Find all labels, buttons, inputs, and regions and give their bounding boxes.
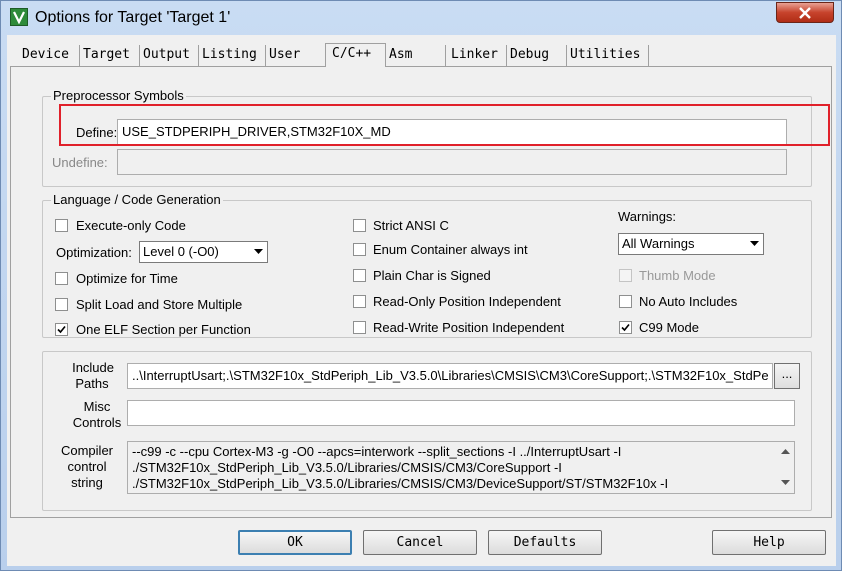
split-load-checkbox[interactable] — [55, 298, 68, 311]
tab-strip: Device Target Output Listing User C/C++ … — [7, 43, 836, 67]
include-paths-field[interactable]: ..\InterruptUsart;.\STM32F10x_StdPeriph_… — [127, 363, 773, 389]
defaults-button[interactable]: Defaults — [488, 530, 602, 555]
checkmark-icon — [57, 325, 66, 334]
no-auto-includes-label: No Auto Includes — [639, 294, 738, 309]
optimization-value: Level 0 (-O0) — [143, 244, 219, 259]
tab-asm[interactable]: Asm — [386, 45, 446, 66]
split-load-label: Split Load and Store Multiple — [76, 297, 243, 312]
c99-mode-label: C99 Mode — [639, 320, 699, 335]
tab-output[interactable]: Output — [140, 45, 199, 66]
language-group: Language / Code Generation Execute-only … — [42, 192, 812, 338]
paths-group: Include Paths ..\InterruptUsart;.\STM32F… — [42, 351, 812, 511]
strict-ansi-label: Strict ANSI C — [373, 218, 449, 233]
tab-c-cpp[interactable]: C/C++ — [325, 43, 386, 67]
chevron-down-icon[interactable] — [746, 234, 763, 254]
execute-only-checkbox[interactable] — [55, 219, 68, 232]
compiler-line: --c99 -c --cpu Cortex-M3 -g -O0 --apcs=i… — [132, 444, 622, 459]
no-auto-includes-checkbox[interactable] — [619, 295, 632, 308]
misc-label-line-2: Controls — [72, 415, 122, 430]
optimize-time-label: Optimize for Time — [76, 271, 178, 286]
compiler-line: ./STM32F10x_StdPeriph_Lib_V3.5.0/Librari… — [132, 460, 562, 475]
thumb-mode-label: Thumb Mode — [639, 268, 716, 283]
tab-linker[interactable]: Linker — [446, 45, 507, 66]
plain-char-label: Plain Char is Signed — [373, 268, 491, 283]
optimize-time-checkbox[interactable] — [55, 272, 68, 285]
include-paths-label: Include Paths — [70, 360, 114, 392]
close-icon — [799, 7, 811, 19]
undefine-field[interactable] — [117, 149, 787, 175]
tab-utilities[interactable]: Utilities — [567, 45, 649, 66]
define-label: Define: — [76, 125, 118, 140]
compiler-control-string-label: Compiler control string — [53, 443, 121, 491]
enum-container-checkbox[interactable] — [353, 243, 366, 256]
strict-ansi-checkbox[interactable] — [353, 219, 366, 232]
tab-user[interactable]: User — [266, 45, 326, 66]
window-title: Options for Target 'Target 1' — [35, 9, 231, 26]
thumb-mode-checkbox[interactable] — [619, 269, 632, 282]
misc-label-line-1: Misc — [83, 399, 111, 414]
compiler-label-line-2: control — [67, 459, 107, 474]
options-window: Options for Target 'Target 1' Device Tar… — [0, 0, 842, 571]
checkmark-icon — [621, 323, 630, 332]
keil-app-icon — [10, 8, 28, 26]
preprocessor-group: Preprocessor Symbols Define: USE_STDPERI… — [42, 88, 812, 187]
undefine-label: Undefine: — [52, 155, 108, 170]
misc-controls-field[interactable] — [127, 400, 795, 426]
compiler-label-line-3: string — [71, 475, 103, 490]
compiler-control-string-box[interactable]: --c99 -c --cpu Cortex-M3 -g -O0 --apcs=i… — [127, 441, 795, 494]
ro-pi-checkbox[interactable] — [353, 295, 366, 308]
c99-mode-checkbox[interactable] — [619, 321, 632, 334]
compiler-label-line-1: Compiler — [60, 443, 113, 458]
preprocessor-group-title: Preprocessor Symbols — [51, 88, 186, 103]
misc-controls-label: Misc Controls — [63, 399, 131, 431]
language-group-title: Language / Code Generation — [51, 192, 223, 207]
warnings-label: Warnings: — [618, 209, 677, 224]
warnings-value: All Warnings — [622, 236, 695, 251]
enum-container-label: Enum Container always int — [373, 242, 528, 257]
scroll-down-icon — [781, 480, 790, 485]
title-bar[interactable]: Options for Target 'Target 1' — [1, 1, 841, 35]
c-cpp-tab-page: Preprocessor Symbols Define: USE_STDPERI… — [10, 66, 832, 518]
include-label-line-1: Include — [72, 360, 114, 375]
plain-char-checkbox[interactable] — [353, 269, 366, 282]
warnings-select[interactable]: All Warnings — [618, 233, 764, 255]
define-field[interactable]: USE_STDPERIPH_DRIVER,STM32F10X_MD — [117, 119, 787, 145]
one-elf-label: One ELF Section per Function — [76, 322, 251, 337]
close-button[interactable] — [776, 2, 834, 23]
chevron-down-icon[interactable] — [250, 242, 267, 262]
rw-pi-label: Read-Write Position Independent — [373, 320, 565, 335]
dialog-client: Device Target Output Listing User C/C++ … — [7, 35, 836, 566]
ro-pi-label: Read-Only Position Independent — [373, 294, 561, 309]
optimization-label: Optimization: — [56, 245, 132, 260]
tab-listing[interactable]: Listing — [199, 45, 266, 66]
compiler-line: ./STM32F10x_StdPeriph_Lib_V3.5.0/Librari… — [132, 476, 669, 491]
tab-target[interactable]: Target — [80, 45, 140, 66]
tab-device[interactable]: Device — [19, 45, 80, 66]
execute-only-label: Execute-only Code — [76, 218, 186, 233]
rw-pi-checkbox[interactable] — [353, 321, 366, 334]
cancel-button[interactable]: Cancel — [363, 530, 477, 555]
include-label-line-2: Paths — [75, 376, 109, 391]
include-paths-browse-button[interactable]: ... — [774, 363, 800, 389]
ok-button[interactable]: OK — [238, 530, 352, 555]
optimization-select[interactable]: Level 0 (-O0) — [139, 241, 268, 263]
tab-debug[interactable]: Debug — [507, 45, 567, 66]
one-elf-checkbox[interactable] — [55, 323, 68, 336]
compiler-scrollbar[interactable] — [777, 442, 794, 493]
scroll-up-icon — [781, 449, 790, 454]
help-button[interactable]: Help — [712, 530, 826, 555]
